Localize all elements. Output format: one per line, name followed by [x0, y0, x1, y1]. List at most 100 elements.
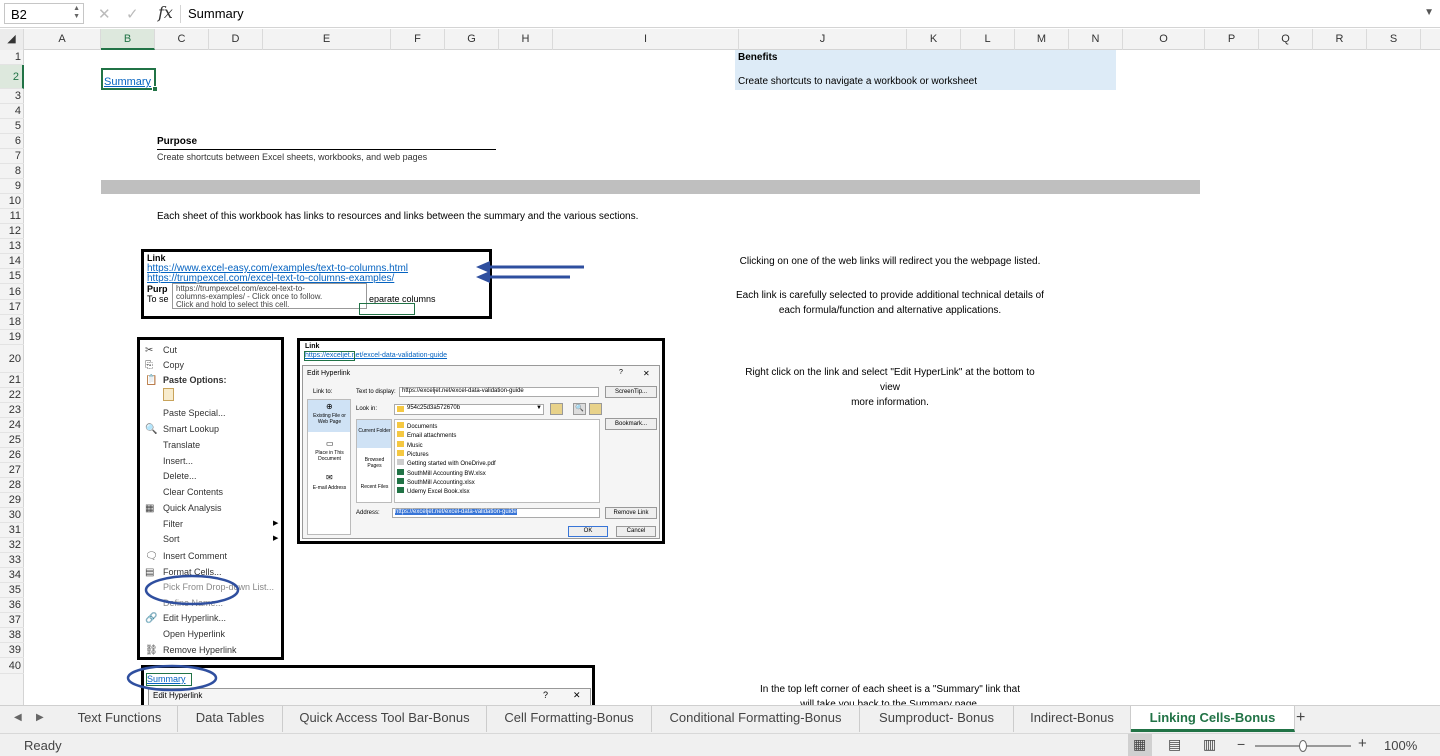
- file-list-item[interactable]: Music: [397, 440, 423, 449]
- column-header-l[interactable]: L: [961, 29, 1015, 50]
- normal-view-icon[interactable]: ▦: [1133, 736, 1146, 753]
- row-header-29[interactable]: 29: [0, 493, 24, 508]
- address-input[interactable]: https://exceljet.net/excel-data-validati…: [392, 508, 600, 518]
- paste-icon[interactable]: [163, 388, 174, 401]
- cancel-icon[interactable]: ✕: [98, 5, 111, 23]
- summary-link-b2[interactable]: Summary: [104, 76, 151, 88]
- browse-folder-icon[interactable]: [550, 403, 563, 415]
- row-header-25[interactable]: 25: [0, 433, 24, 448]
- row-header-10[interactable]: 10: [0, 194, 24, 209]
- browsed-pages-option[interactable]: Browsed Pages: [358, 457, 391, 469]
- row-header-17[interactable]: 17: [0, 300, 24, 315]
- existing-file-option[interactable]: Existing File or Web Page: [309, 413, 350, 425]
- menu-item-translate[interactable]: Translate: [163, 440, 200, 450]
- sheet-tab-data-tables[interactable]: Data Tables: [178, 706, 283, 732]
- zoom-out-icon[interactable]: −: [1237, 736, 1245, 752]
- sheet-tab-conditional-formatting-bonus[interactable]: Conditional Formatting-Bonus: [652, 706, 860, 732]
- file-list-item[interactable]: Pictures: [397, 449, 429, 458]
- file-list[interactable]: Documents Email attachments Music Pictures G…: [394, 419, 600, 503]
- menu-item-open-hyperlink[interactable]: Open Hyperlink: [163, 629, 225, 639]
- sheet-tab-cell-formatting-bonus[interactable]: Cell Formatting-Bonus: [487, 706, 652, 732]
- row-header-35[interactable]: 35: [0, 583, 24, 598]
- column-header-a[interactable]: A: [24, 29, 101, 50]
- expand-formula-bar-icon[interactable]: ▼: [1424, 7, 1434, 18]
- column-header-t[interactable]: T: [1421, 29, 1440, 50]
- zoom-in-icon[interactable]: +: [1358, 735, 1367, 752]
- row-header-31[interactable]: 31: [0, 523, 24, 538]
- row-header-24[interactable]: 24: [0, 418, 24, 433]
- column-header-s[interactable]: S: [1367, 29, 1421, 50]
- close-icon[interactable]: ✕: [643, 369, 650, 378]
- column-header-p[interactable]: P: [1205, 29, 1259, 50]
- sheet-tab-sumproduct-bonus[interactable]: Sumproduct- Bonus: [860, 706, 1014, 732]
- file-list-item[interactable]: Udemy Excel Book.xlsx: [397, 487, 470, 495]
- insert-function-icon[interactable]: fx: [158, 3, 173, 22]
- file-list-item[interactable]: SouthMill Accounting.xlsx: [397, 477, 475, 486]
- prev-sheet-icon[interactable]: ◀: [14, 712, 22, 723]
- name-box[interactable]: B2 ▲ ▼: [4, 3, 84, 24]
- column-header-k[interactable]: K: [907, 29, 961, 50]
- browse-web-icon[interactable]: 🔍: [573, 403, 586, 415]
- menu-item-copy[interactable]: Copy: [163, 360, 184, 370]
- add-sheet-icon[interactable]: +: [1296, 709, 1305, 727]
- column-header-m[interactable]: M: [1015, 29, 1069, 50]
- row-header-34[interactable]: 34: [0, 568, 24, 583]
- row-header-3[interactable]: 3: [0, 89, 24, 104]
- row-header-14[interactable]: 14: [0, 254, 24, 269]
- select-all-corner[interactable]: ◢: [0, 29, 24, 50]
- next-sheet-icon[interactable]: ▶: [36, 712, 44, 723]
- bookmark-button[interactable]: Bookmark...: [605, 418, 657, 430]
- page-break-icon[interactable]: ▥: [1203, 736, 1216, 753]
- menu-item-sort[interactable]: Sort: [163, 534, 180, 544]
- row-header-4[interactable]: 4: [0, 104, 24, 119]
- menu-item-remove-hyperlink[interactable]: Remove Hyperlink: [163, 645, 237, 655]
- menu-item-insert[interactable]: Insert...: [163, 456, 193, 466]
- email-address-option[interactable]: E-mail Address: [311, 485, 348, 491]
- cancel-button[interactable]: Cancel: [616, 526, 656, 537]
- row-header-20[interactable]: 20: [0, 345, 24, 373]
- row-header-26[interactable]: 26: [0, 448, 24, 463]
- column-header-d[interactable]: D: [209, 29, 263, 50]
- column-header-n[interactable]: N: [1069, 29, 1123, 50]
- row-header-19[interactable]: 19: [0, 330, 24, 345]
- menu-item-paste-special[interactable]: Paste Special...: [163, 408, 226, 418]
- menu-item-clear-contents[interactable]: Clear Contents: [163, 487, 223, 497]
- menu-item-cut[interactable]: Cut: [163, 345, 177, 355]
- file-list-item[interactable]: SouthMill Accounting BW.xlsx: [397, 468, 486, 477]
- column-header-b[interactable]: B: [101, 29, 155, 50]
- sheet-tab-quick-access-tool-bar-bonus[interactable]: Quick Access Tool Bar-Bonus: [283, 706, 487, 732]
- row-header-12[interactable]: 12: [0, 224, 24, 239]
- row-header-32[interactable]: 32: [0, 538, 24, 553]
- column-header-q[interactable]: Q: [1259, 29, 1313, 50]
- row-header-30[interactable]: 30: [0, 508, 24, 523]
- column-header-r[interactable]: R: [1313, 29, 1367, 50]
- row-header-33[interactable]: 33: [0, 553, 24, 568]
- row-header-2[interactable]: 2: [0, 65, 24, 89]
- menu-item-filter[interactable]: Filter: [163, 519, 183, 529]
- sheet-tab-indirect-bonus[interactable]: Indirect-Bonus: [1014, 706, 1131, 732]
- page-layout-icon[interactable]: ▤: [1168, 736, 1181, 753]
- file-list-item[interactable]: Documents: [397, 422, 437, 430]
- help-icon-3[interactable]: ?: [543, 690, 548, 700]
- row-header-27[interactable]: 27: [0, 463, 24, 478]
- menu-item-insert-comment[interactable]: Insert Comment: [163, 551, 227, 561]
- row-header-8[interactable]: 8: [0, 164, 24, 179]
- menu-item-edit-hyperlink[interactable]: Edit Hyperlink...: [163, 613, 226, 623]
- current-folder-option[interactable]: Current Folder: [358, 428, 391, 434]
- help-icon[interactable]: ?: [619, 369, 623, 376]
- zoom-slider-thumb[interactable]: [1299, 740, 1307, 752]
- fill-handle[interactable]: [152, 86, 158, 92]
- recent-files-option[interactable]: Recent Files: [358, 484, 391, 490]
- formula-input[interactable]: Summary: [188, 6, 244, 21]
- menu-item-quick-analysis[interactable]: Quick Analysis: [163, 503, 222, 513]
- menu-item-delete[interactable]: Delete...: [163, 471, 197, 481]
- row-header-5[interactable]: 5: [0, 119, 24, 134]
- sheet-tab-linking-cells-bonus[interactable]: Linking Cells-Bonus: [1131, 706, 1295, 732]
- look-in-select[interactable]: 954c25d3a572670b ▼: [394, 404, 544, 415]
- row-header-15[interactable]: 15: [0, 269, 24, 284]
- remove-link-button[interactable]: Remove Link: [605, 507, 657, 519]
- row-header-23[interactable]: 23: [0, 403, 24, 418]
- worksheet-grid[interactable]: Summary Benefits Create shortcuts to nav…: [24, 50, 1440, 705]
- row-header-36[interactable]: 36: [0, 598, 24, 613]
- row-header-40[interactable]: 40: [0, 658, 24, 674]
